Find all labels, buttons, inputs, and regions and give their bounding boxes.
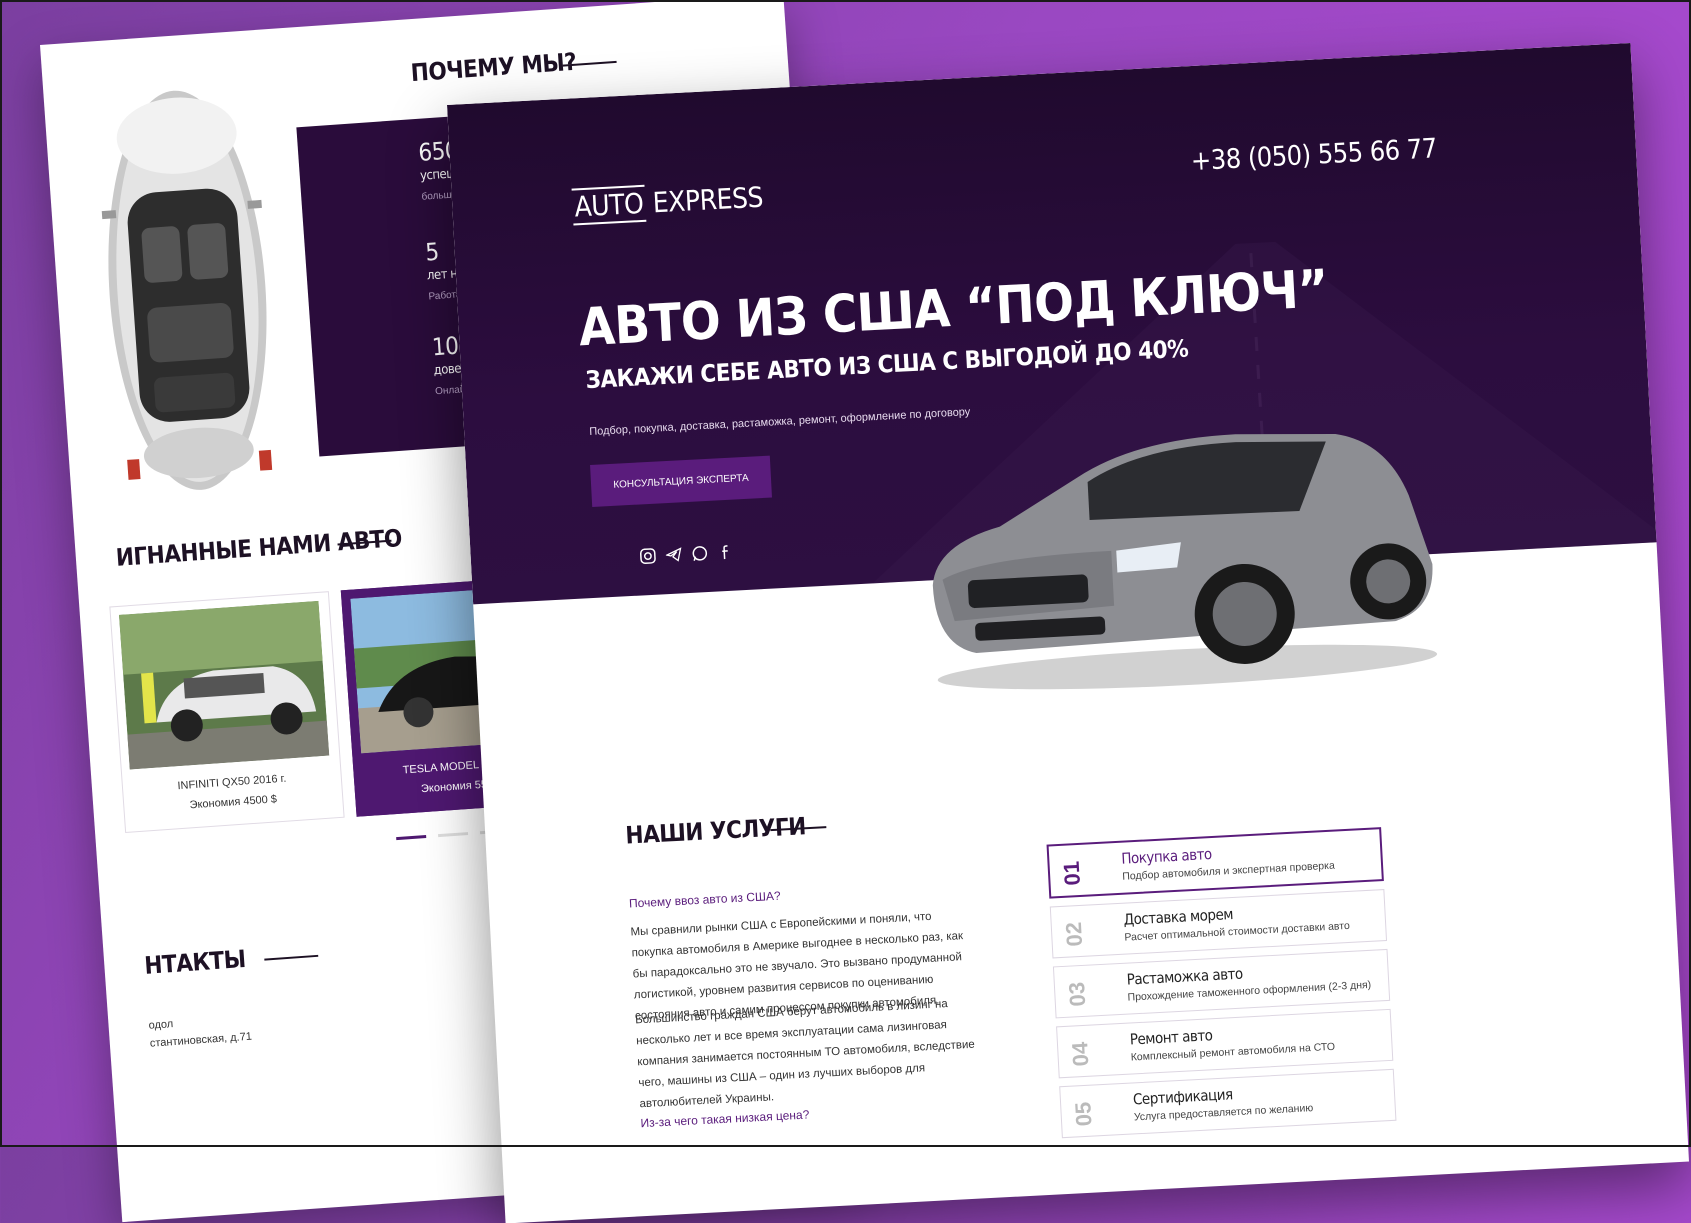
service-title: Покупка авто	[1120, 845, 1213, 868]
service-number: 05	[1070, 1101, 1097, 1127]
car-card-infiniti[interactable]: INFINITI QX50 2016 г. Экономия 4500 $	[109, 591, 345, 833]
carousel-dot[interactable]	[438, 832, 469, 838]
address-line: одол	[148, 1018, 174, 1032]
car-top-view-image	[101, 90, 273, 490]
mustang-car-image	[932, 433, 1438, 690]
facebook-icon[interactable]	[716, 543, 735, 562]
logo[interactable]: AUTO EXPRESS	[571, 180, 764, 226]
service-number: 01	[1058, 860, 1085, 887]
title-underline	[264, 954, 319, 961]
service-title: Сертификация	[1132, 1085, 1234, 1109]
service-number: 02	[1060, 921, 1088, 948]
paragraph: Большинство граждан США берут автомобиль…	[634, 998, 976, 1111]
service-item-customs[interactable]: 03 Растаможка авто Прохождение таможенно…	[1052, 948, 1391, 1019]
telegram-icon[interactable]	[664, 545, 683, 564]
services-title: НАШИ УСЛУГИ	[624, 812, 807, 850]
service-number: 03	[1064, 981, 1091, 1008]
whatsapp-icon[interactable]	[690, 544, 709, 563]
instagram-icon[interactable]	[638, 547, 657, 566]
logo-part-auto: AUTO	[571, 184, 647, 226]
front-page-preview: AUTO EXPRESS +38 (050) 555 66 77 АВТО ИЗ…	[447, 42, 1689, 1223]
consultation-button[interactable]: КОНСУЛЬТАЦИЯ ЭКСПЕРТА	[590, 455, 772, 507]
logo-part-express: EXPRESS	[651, 180, 764, 220]
carousel-dot[interactable]	[396, 834, 427, 841]
service-item-repair[interactable]: 04 Ремонт авто Комплексный ремонт автомо…	[1056, 1008, 1394, 1079]
phone-number[interactable]: +38 (050) 555 66 77	[1190, 133, 1437, 177]
service-title: Ремонт авто	[1129, 1026, 1213, 1049]
why-import-question: Почему ввоз авто из США?	[628, 888, 781, 911]
imported-cars-title: ИГНАННЫЕ НАМИ АВТО	[114, 523, 403, 572]
contacts-title: НТАКТЫ	[143, 944, 247, 980]
service-number: 04	[1067, 1041, 1094, 1068]
address-line: стантиновская, д.71	[149, 1030, 253, 1050]
service-title: Растаможка авто	[1126, 964, 1244, 989]
social-links	[638, 543, 735, 566]
service-item-shipping[interactable]: 02 Доставка морем Расчет оптимальной сто…	[1049, 889, 1388, 959]
services-list: 01 Покупка авто Подбор автомобиля и эксп…	[1046, 827, 1397, 1146]
service-item-purchase[interactable]: 01 Покупка авто Подбор автомобиля и эксп…	[1046, 827, 1384, 899]
car-photo	[118, 600, 330, 770]
why-us-title: ПОЧЕМУ МЫ?	[409, 47, 578, 88]
service-title: Доставка морем	[1123, 904, 1234, 929]
service-item-certification[interactable]: 05 Сертификация Услуга предоставляется п…	[1059, 1068, 1397, 1139]
